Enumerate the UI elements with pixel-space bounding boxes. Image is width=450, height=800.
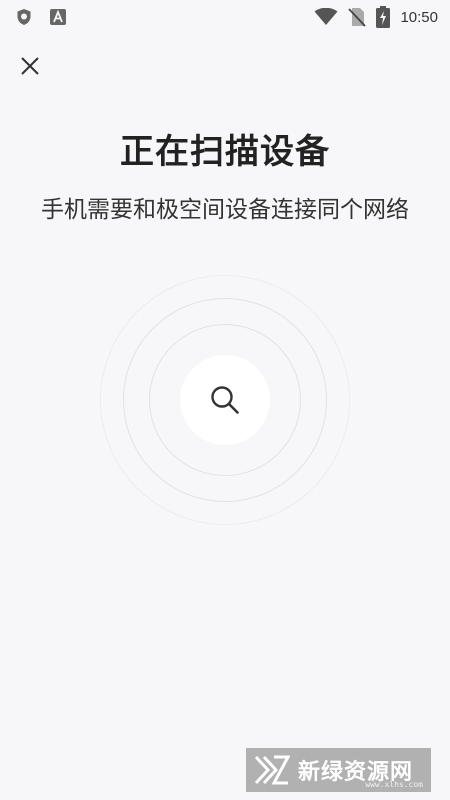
- shield-icon: [16, 8, 32, 26]
- close-button[interactable]: [16, 52, 44, 80]
- page-title: 正在扫描设备: [120, 132, 330, 172]
- status-bar-right: 10:50: [314, 6, 438, 28]
- wifi-icon: [314, 8, 338, 26]
- battery-charging-icon: [376, 6, 391, 28]
- page-subtitle: 手机需要和极空间设备连接同个网络: [41, 197, 409, 223]
- watermark-url: www.xlhs.com: [365, 780, 423, 789]
- status-time: 10:50: [400, 8, 438, 26]
- no-sim-icon: [348, 7, 367, 27]
- status-bar-left: [16, 8, 66, 26]
- watermark: 新绿资源网 www.xlhs.com: [246, 748, 431, 792]
- search-icon: [209, 384, 241, 416]
- close-icon: [20, 56, 40, 76]
- a-badge-icon: [50, 9, 66, 25]
- watermark-logo-icon: [254, 754, 290, 786]
- scan-center: [180, 355, 270, 445]
- status-bar: 10:50: [0, 0, 450, 34]
